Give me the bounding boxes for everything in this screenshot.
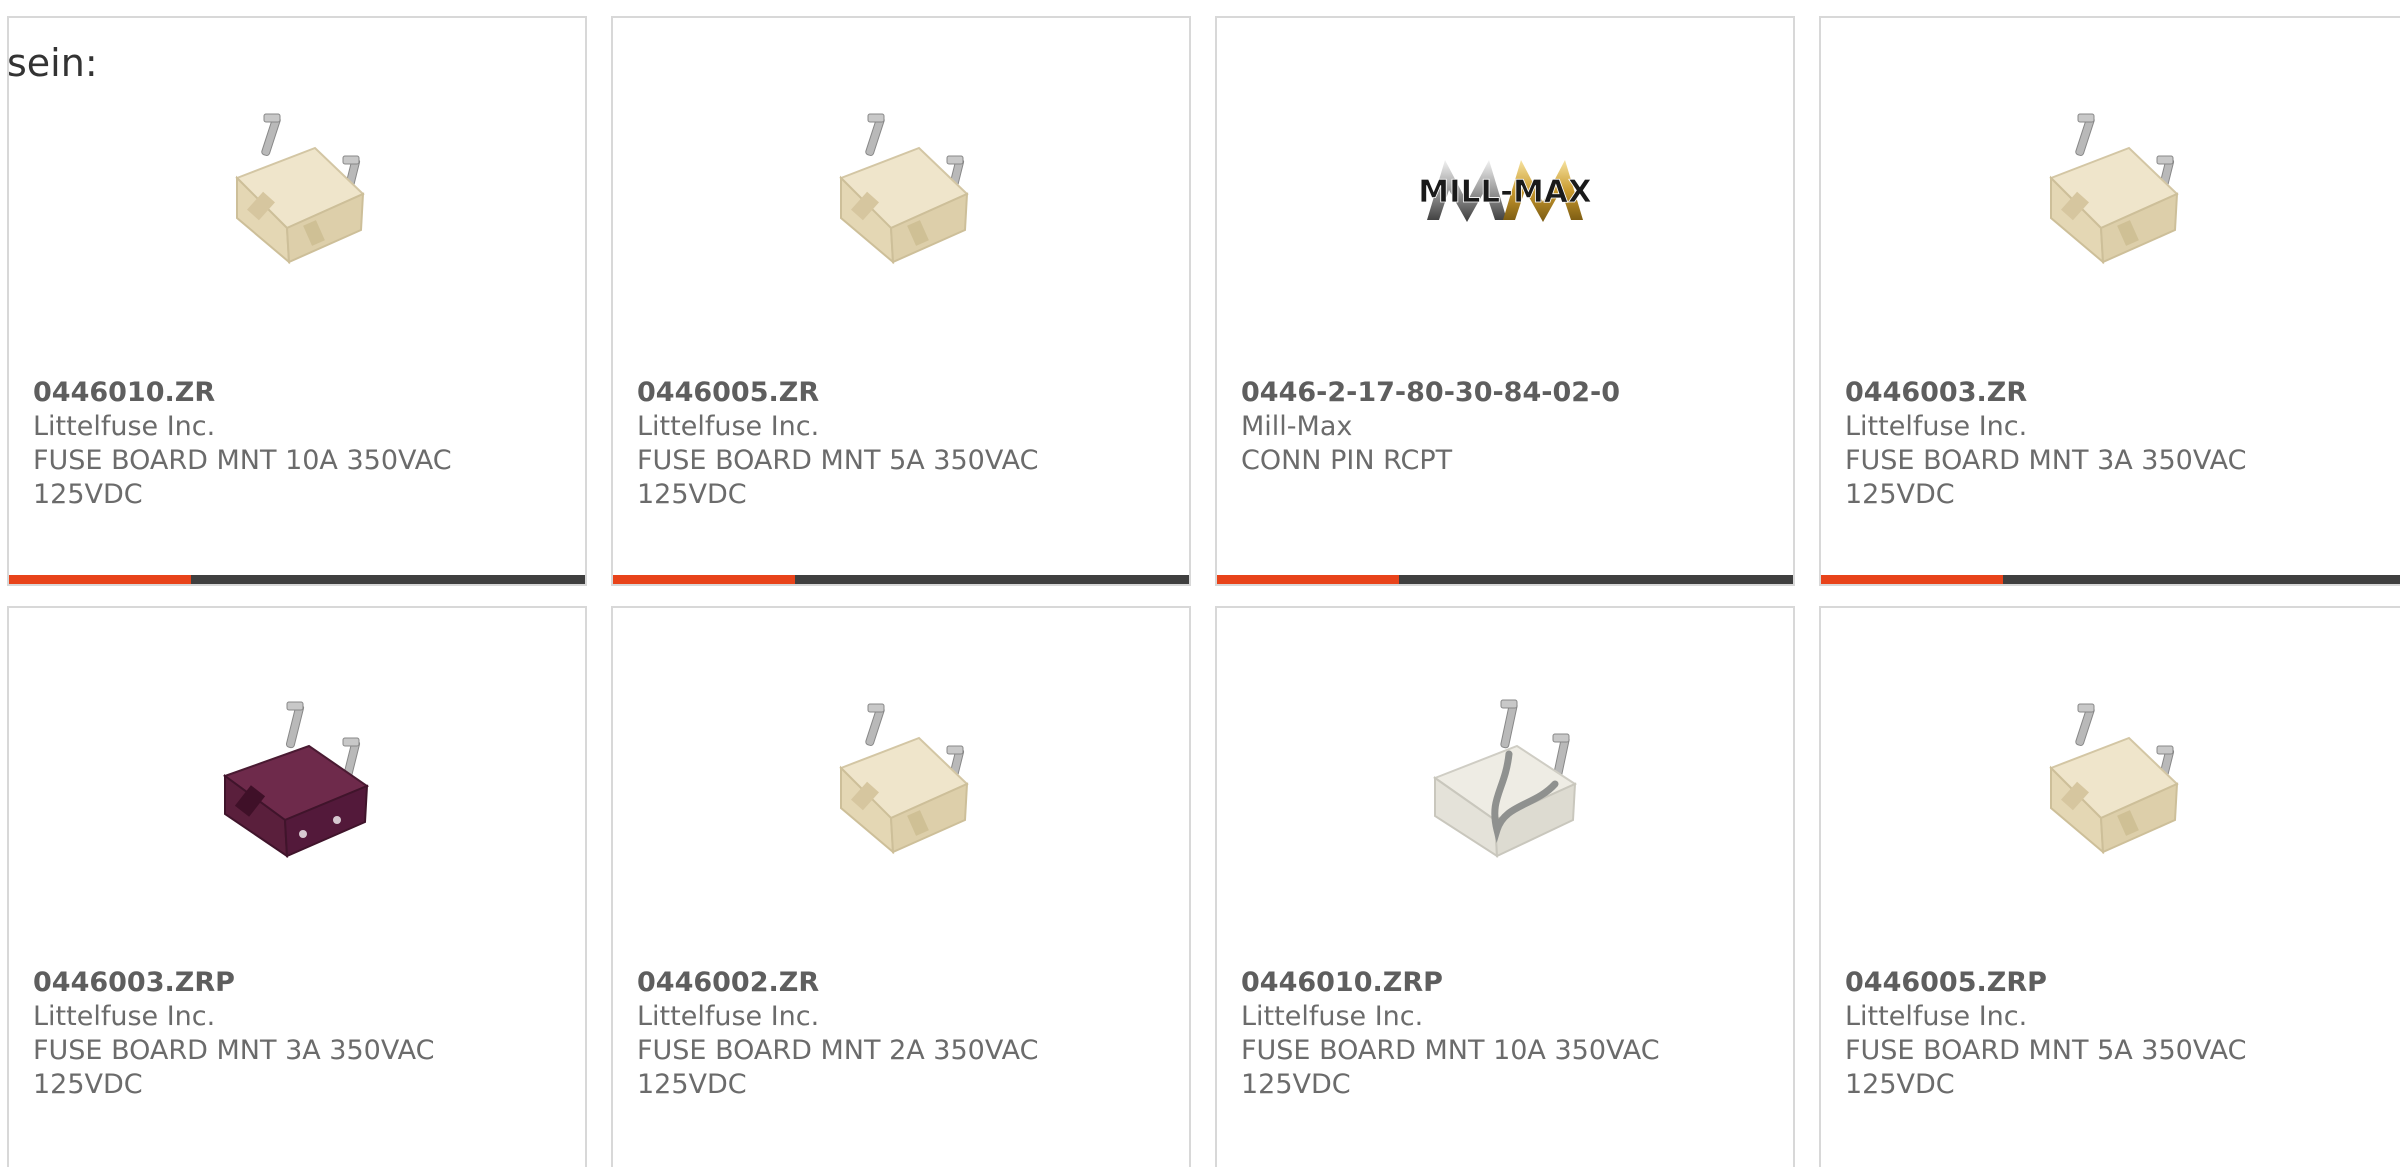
part-number-link[interactable]: 0446005.ZR — [637, 376, 1173, 410]
product-description: FUSE BOARD MNT 3A 350VAC 125VDC — [1845, 445, 2247, 510]
fuse-clear-icon — [1405, 680, 1605, 880]
mill-max-logo: MILL-MAX — [1405, 90, 1605, 290]
manufacturer-name: Littelfuse Inc. — [33, 411, 216, 442]
fuse-beige-icon — [801, 680, 1001, 880]
fuse-purple-icon — [197, 680, 397, 880]
product-info: 0446003.ZRP Littelfuse Inc. FUSE BOARD M… — [33, 966, 569, 1102]
manufacturer-name: Mill-Max — [1241, 411, 1353, 442]
accent-bar-fill — [1217, 575, 1399, 584]
mill-max-logo-text: MILL-MAX — [1418, 174, 1592, 210]
product-grid-page: sein: 0446010.ZR Littelfuse Inc. FUSE BO… — [0, 0, 2400, 1167]
part-number-link[interactable]: 0446-2-17-80-30-84-02-0 — [1241, 376, 1777, 410]
part-number-link[interactable]: 0446003.ZR — [1845, 376, 2396, 410]
product-card[interactable]: MILL-MAX 0446-2-17-80-30-84-02-0 Mill-Ma… — [1215, 16, 1795, 586]
product-description: FUSE BOARD MNT 2A 350VAC 125VDC — [637, 1035, 1039, 1100]
fuse-beige-icon — [197, 90, 397, 290]
product-info: 0446010.ZRP Littelfuse Inc. FUSE BOARD M… — [1241, 966, 1777, 1102]
manufacturer-name: Littelfuse Inc. — [1845, 1001, 2028, 1032]
manufacturer-name: Littelfuse Inc. — [637, 411, 820, 442]
product-description: FUSE BOARD MNT 3A 350VAC 125VDC — [33, 1035, 435, 1100]
product-card[interactable]: 0446010.ZRP Littelfuse Inc. FUSE BOARD M… — [1215, 606, 1795, 1167]
product-info: 0446005.ZRP Littelfuse Inc. FUSE BOARD M… — [1845, 966, 2396, 1102]
accent-bar — [9, 575, 585, 584]
part-number-link[interactable]: 0446005.ZRP — [1845, 966, 2396, 1000]
part-number-link[interactable]: 0446010.ZR — [33, 376, 569, 410]
manufacturer-name: Littelfuse Inc. — [637, 1001, 820, 1032]
part-number-link[interactable]: 0446002.ZR — [637, 966, 1173, 1000]
product-description: FUSE BOARD MNT 10A 350VAC 125VDC — [33, 445, 452, 510]
product-description: FUSE BOARD MNT 5A 350VAC 125VDC — [1845, 1035, 2247, 1100]
product-card[interactable]: 0446010.ZR Littelfuse Inc. FUSE BOARD MN… — [7, 16, 587, 586]
product-card[interactable]: 0446003.ZRP Littelfuse Inc. FUSE BOARD M… — [7, 606, 587, 1167]
product-description: FUSE BOARD MNT 5A 350VAC 125VDC — [637, 445, 1039, 510]
accent-bar-fill — [9, 575, 191, 584]
accent-bar-fill — [1821, 575, 2003, 584]
product-card[interactable]: 0446003.ZR Littelfuse Inc. FUSE BOARD MN… — [1819, 16, 2400, 586]
accent-bar — [1821, 575, 2400, 584]
accent-bar — [613, 575, 1189, 584]
part-number-link[interactable]: 0446003.ZRP — [33, 966, 569, 1000]
accent-bar — [1217, 575, 1793, 584]
product-description: FUSE BOARD MNT 10A 350VAC 125VDC — [1241, 1035, 1660, 1100]
manufacturer-name: Littelfuse Inc. — [1241, 1001, 1424, 1032]
product-description: CONN PIN RCPT — [1241, 445, 1453, 476]
product-card[interactable]: 0446005.ZRP Littelfuse Inc. FUSE BOARD M… — [1819, 606, 2400, 1167]
product-card[interactable]: 0446002.ZR Littelfuse Inc. FUSE BOARD MN… — [611, 606, 1191, 1167]
manufacturer-name: Littelfuse Inc. — [33, 1001, 216, 1032]
fuse-beige-icon — [801, 90, 1001, 290]
product-info: 0446005.ZR Littelfuse Inc. FUSE BOARD MN… — [637, 376, 1173, 512]
fuse-beige-icon — [2011, 680, 2211, 880]
part-number-link[interactable]: 0446010.ZRP — [1241, 966, 1777, 1000]
product-card[interactable]: 0446005.ZR Littelfuse Inc. FUSE BOARD MN… — [611, 16, 1191, 586]
manufacturer-name: Littelfuse Inc. — [1845, 411, 2028, 442]
product-info: 0446-2-17-80-30-84-02-0 Mill-Max CONN PI… — [1241, 376, 1777, 478]
accent-bar-fill — [613, 575, 795, 584]
product-info: 0446010.ZR Littelfuse Inc. FUSE BOARD MN… — [33, 376, 569, 512]
fuse-beige-icon — [2011, 90, 2211, 290]
product-info: 0446003.ZR Littelfuse Inc. FUSE BOARD MN… — [1845, 376, 2396, 512]
prefix-text: sein: — [7, 41, 98, 85]
product-info: 0446002.ZR Littelfuse Inc. FUSE BOARD MN… — [637, 966, 1173, 1102]
